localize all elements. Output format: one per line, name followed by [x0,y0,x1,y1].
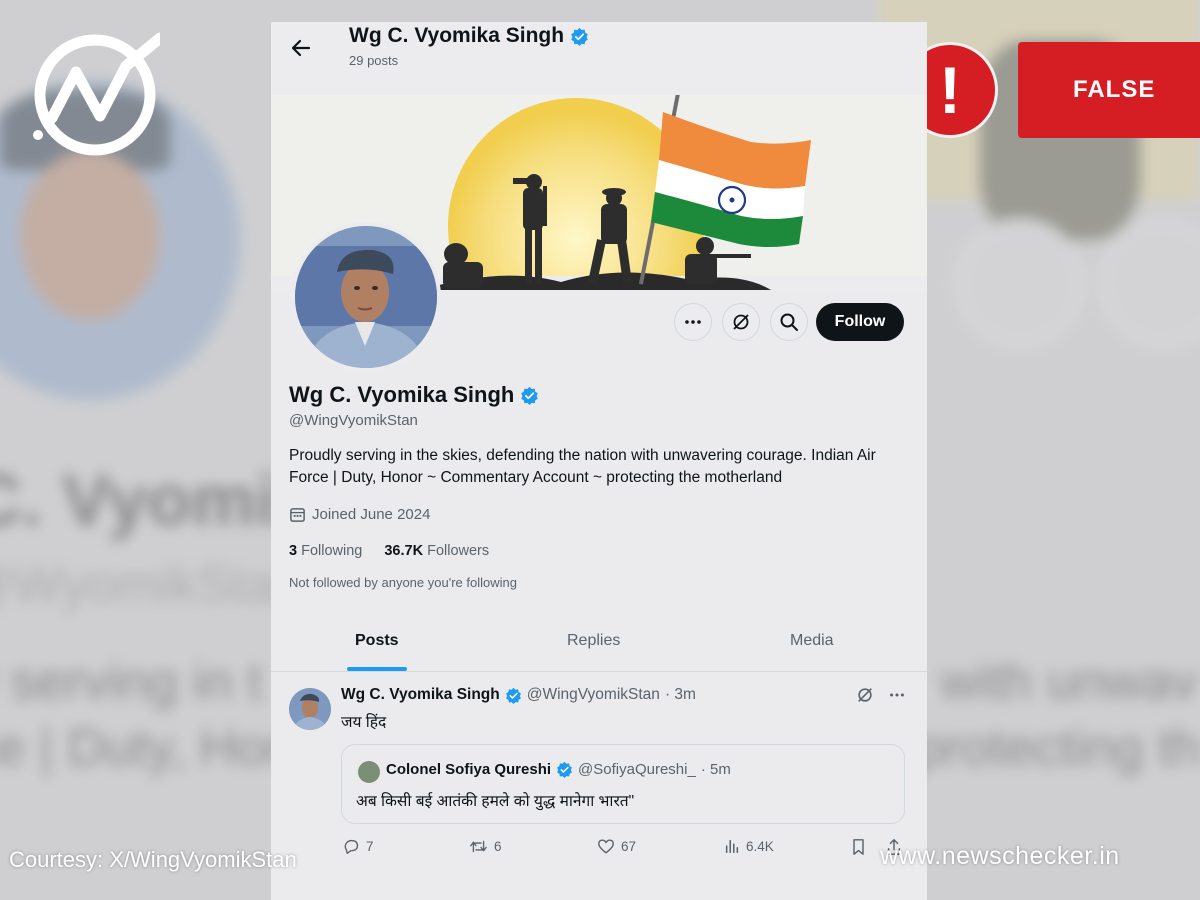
followers-count: 36.7K [384,543,424,559]
quoted-timestamp: · 5m [700,761,731,778]
quoted-post-text: अब किसी बई आतंकी हमले को युद्ध मानेगा भा… [356,793,635,810]
profile-header-bar: Wg C. Vyomika Singh 29 posts [271,22,927,95]
alert-symbol: ! [939,53,961,127]
avatar-photo [295,226,437,368]
false-verdict-label: FALSE [1073,76,1156,103]
grok-slash-icon [733,314,749,330]
quoted-post[interactable]: Colonel Sofiya Qureshi @SofiyaQureshi_ ·… [341,744,905,824]
quoted-author-name: Colonel Sofiya Qureshi [386,761,552,778]
header-post-count: 29 posts [349,53,399,68]
more-horizontal-icon[interactable] [888,686,906,704]
bookmark-button[interactable] [851,838,866,856]
followers-label: Followers [427,543,490,559]
views-button[interactable]: 6.4K [724,838,774,854]
false-verdict-badge: FALSE [1018,42,1200,138]
tab-posts[interactable]: Posts [355,632,399,650]
reply-count: 7 [366,839,374,854]
post-actions: 7 6 67 6.4K [341,836,921,860]
reply-icon [344,839,359,854]
profile-bio: Proudly serving in the skies, defending … [289,447,876,486]
views-chart-icon [725,839,739,853]
profile-name: Wg C. Vyomika Singh [289,382,539,408]
post-timestamp[interactable]: · 3m [665,686,696,704]
heart-icon [598,839,614,854]
profile-screenshot: Wg C. Vyomika Singh 29 posts Follow Wg C… [271,22,927,900]
following-count: 3 [289,543,298,559]
header-name: Wg C. Vyomika Singh [349,24,589,48]
post-text: जय हिंद [341,714,387,731]
tab-replies[interactable]: Replies [567,632,620,650]
joined-date: Joined June 2024 [289,506,430,523]
profile-tabs: Posts Replies Media [271,620,927,672]
profile-handle: @WingVyomikStan [289,412,418,429]
search-button[interactable] [770,303,808,341]
post-header: Wg C. Vyomika Singh @WingVyomikStan · 3m [341,686,696,704]
arrow-left-icon[interactable] [289,36,313,60]
post-author-avatar[interactable] [289,688,331,730]
calendar-icon [290,508,305,522]
grok-button[interactable] [722,303,760,341]
repost-count: 6 [494,839,502,854]
like-count: 67 [621,839,637,854]
quoted-author-handle: @SofiyaQureshi_ [578,761,696,778]
grok-slash-icon[interactable] [856,686,874,704]
active-tab-indicator [347,667,407,671]
post-author-handle[interactable]: @WingVyomikStan [527,686,660,704]
courtesy-caption: Courtesy: X/WingVyomikStan [9,847,297,872]
reply-button[interactable]: 7 [343,838,374,855]
not-followed-note: Not followed by anyone you're following [289,575,517,590]
profile-avatar[interactable] [291,222,441,372]
tab-media[interactable]: Media [790,632,834,650]
search-icon [780,313,798,331]
repost-button[interactable]: 6 [469,838,502,855]
quoted-author-avatar [358,761,380,783]
following-link[interactable]: 3 Following [289,543,362,559]
newschecker-logo-icon [33,32,160,156]
verified-badge-icon [571,27,588,46]
repost-icon [470,840,487,853]
verified-badge-icon[interactable] [520,386,539,405]
quoted-post-header: Colonel Sofiya Qureshi @SofiyaQureshi_ ·… [386,761,731,778]
site-watermark: www.newschecker.in [880,842,1120,870]
followers-link[interactable]: 36.7K Followers [384,543,489,559]
like-button[interactable]: 67 [597,838,636,855]
more-button[interactable] [674,303,712,341]
profile-name-text: Wg C. Vyomika Singh [289,382,515,407]
following-label: Following [301,543,363,559]
header-name-text: Wg C. Vyomika Singh [349,24,565,47]
bookmark-icon [853,839,864,855]
post-author-name[interactable]: Wg C. Vyomika Singh [341,686,500,704]
post-menu-icons [856,686,906,704]
follow-button[interactable]: Follow [816,303,904,341]
view-count: 6.4K [746,838,774,854]
follow-counts: 3 Following 36.7K Followers [289,543,489,559]
joined-date-text: Joined June 2024 [312,506,431,523]
post-avatar-photo [289,688,331,730]
verified-badge-icon [557,761,572,778]
verified-badge-icon [505,687,521,704]
more-horizontal-icon [685,320,701,324]
